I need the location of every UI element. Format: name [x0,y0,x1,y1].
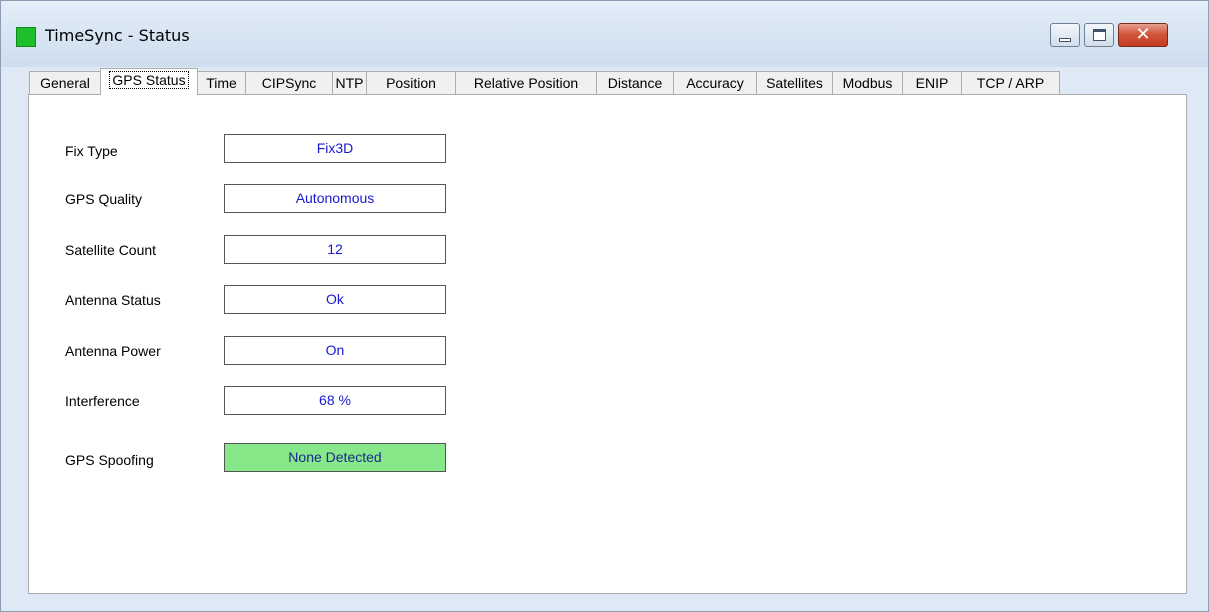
window-title: TimeSync - Status [45,26,190,45]
tab-modbus[interactable]: Modbus [832,71,903,94]
tab-time[interactable]: Time [197,71,246,94]
fix-type-label: Fix Type [65,143,118,159]
tab-tcp-arp[interactable]: TCP / ARP [961,71,1060,94]
maximize-icon [1093,29,1106,41]
tab-relative-position[interactable]: Relative Position [455,71,597,94]
gps-spoofing-label: GPS Spoofing [65,452,154,468]
tab-satellites[interactable]: Satellites [756,71,833,94]
antenna-status-label: Antenna Status [65,292,161,308]
fix-type-value: Fix3D [224,134,446,163]
title-bar[interactable]: TimeSync - Status ✕ [1,1,1208,67]
gps-quality-label: GPS Quality [65,191,143,207]
interference-label: Interference [65,393,140,409]
antenna-power-label: Antenna Power [65,343,161,359]
interference-value: 68 % [224,386,446,415]
tab-general[interactable]: General [29,71,101,94]
close-icon: ✕ [1135,24,1151,45]
close-button[interactable]: ✕ [1118,23,1168,47]
minimize-button[interactable] [1050,23,1080,47]
antenna-status-value: Ok [224,285,446,314]
maximize-button[interactable] [1084,23,1114,47]
tab-position[interactable]: Position [366,71,456,94]
tab-distance[interactable]: Distance [596,71,674,94]
satellite-count-label: Satellite Count [65,242,157,258]
tab-accuracy[interactable]: Accuracy [673,71,757,94]
status-window: TimeSync - Status ✕ General GPS Status T… [0,0,1209,612]
tab-gps-status[interactable]: GPS Status [100,68,198,95]
antenna-power-value: On [224,336,446,365]
minimize-icon [1059,38,1071,42]
tab-strip: General GPS Status Time CIPSync NTP Posi… [29,68,1189,95]
tab-cipsync[interactable]: CIPSync [245,71,333,94]
app-status-icon [16,27,36,47]
gps-quality-value: Autonomous [224,184,446,213]
satellite-count-value: 12 [224,235,446,264]
tab-enip[interactable]: ENIP [902,71,962,94]
tab-ntp[interactable]: NTP [332,71,367,94]
gps-status-panel: Fix Type Fix3D GPS Quality Autonomous Sa… [28,94,1187,594]
gps-spoofing-status-badge: None Detected [224,443,446,472]
